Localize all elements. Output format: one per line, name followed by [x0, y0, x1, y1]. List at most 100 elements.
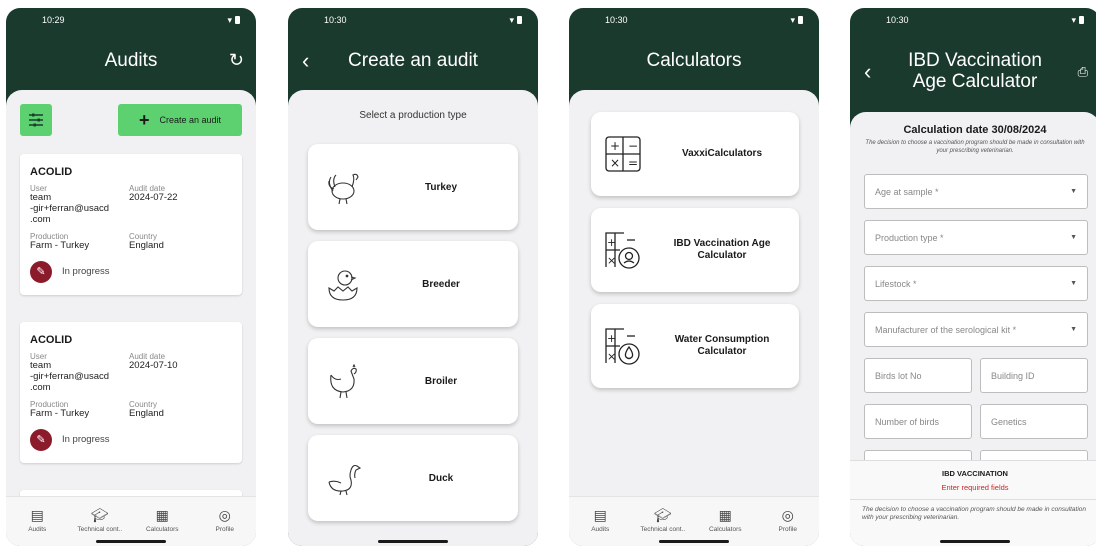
phone-ibd-calculator: 10:30 ▾ ‹ IBD Vaccination Age Calculator…: [850, 8, 1096, 546]
production-type-label: Broiler: [424, 375, 458, 387]
nav-audits[interactable]: ▤ Audits: [7, 507, 67, 533]
nav-calculators[interactable]: ▦ Calculators: [695, 507, 755, 533]
wifi-icon: ▾: [1071, 14, 1076, 25]
calculator-label: IBD Vaccination Age Calculator: [673, 237, 771, 262]
status-bar: 10:30 ▾: [569, 8, 819, 32]
pencil-icon: ✎: [30, 428, 52, 451]
profile-icon: ◎: [781, 507, 794, 523]
calculator-label: VaxxiCalculators: [681, 147, 763, 159]
profile-icon: ◎: [218, 507, 231, 523]
required-fields-warning: Enter required fields: [941, 483, 1009, 492]
svg-text:−: −: [628, 139, 638, 153]
create-audit-button[interactable]: + Create an audit: [118, 104, 242, 136]
birds-lot-input[interactable]: Birds lot No: [864, 358, 972, 393]
svg-text:+: +: [607, 236, 616, 249]
audit-date-value: 2024-07-22: [129, 192, 178, 203]
production-type-duck[interactable]: Duck: [308, 435, 518, 521]
filter-button[interactable]: [20, 104, 52, 136]
result-panel: IBD VACCINATION Enter required fields Th…: [850, 460, 1096, 546]
calculator-water-drop-icon: + ×: [605, 328, 640, 365]
production-type-turkey[interactable]: Turkey: [308, 144, 518, 230]
nav-technical[interactable]: 🎓︎ Technical cont..: [633, 507, 693, 533]
pencil-icon: ✎: [30, 260, 52, 283]
production-type-breeder[interactable]: Breeder: [308, 241, 518, 327]
nav-profile[interactable]: ◎ Profile: [195, 507, 255, 533]
page-title: Audits: [104, 49, 158, 71]
app-bar: Calculators: [569, 32, 819, 90]
calculation-date: Calculation date 30/08/2024: [903, 124, 1047, 136]
calculator-icon: ▦: [155, 507, 169, 523]
app-bar: ‹ Create an audit: [288, 32, 538, 90]
create-audit-label: Create an audit: [159, 115, 222, 125]
status-icons: ▾: [790, 15, 803, 26]
production-type-label: Breeder: [422, 278, 460, 290]
audits-toolbar: + Create an audit: [6, 90, 256, 136]
export-pdf-icon[interactable]: ⎙: [1078, 64, 1088, 79]
status-time: 10:30: [324, 15, 347, 25]
page-title: Calculators: [646, 49, 742, 71]
number-of-birds-input[interactable]: Number of birds: [864, 404, 972, 439]
back-arrow-icon[interactable]: ‹: [302, 48, 309, 73]
status-time: 10:30: [886, 15, 909, 25]
country-value: England: [129, 239, 164, 251]
audit-card[interactable]: ACOLID User team -gir+ferran@usacd .com …: [20, 154, 242, 295]
calculator-water-consumption[interactable]: + × Water Consumption Calculator: [591, 304, 799, 388]
nav-calculators[interactable]: ▦ Calculators: [132, 507, 192, 533]
ibd-calculator-content: Calculation date 30/08/2024 The decision…: [850, 112, 1096, 546]
status-bar: 10:30 ▾: [850, 8, 1096, 32]
document-icon: ▤: [30, 507, 44, 523]
calculator-vaxxi[interactable]: + − × = VaxxiCalculators: [591, 112, 799, 196]
nav-audits[interactable]: ▤ Audits: [570, 507, 630, 533]
status-time: 10:29: [42, 15, 65, 25]
battery-icon: [1079, 16, 1084, 24]
serological-kit-manufacturer-select[interactable]: Manufacturer of the serological kit * ▼: [864, 312, 1088, 347]
calculation-header: Calculation date 30/08/2024 The decision…: [850, 112, 1096, 156]
vet-disclaimer: The decision to choose a vaccination pro…: [865, 140, 1085, 154]
age-at-sample-select[interactable]: Age at sample * ▼: [864, 174, 1088, 209]
nav-technical[interactable]: 🎓︎ Technical cont..: [70, 507, 130, 533]
status-time: 10:30: [605, 15, 628, 25]
phone-calculators: 10:30 ▾ Calculators + − × = VaxxiCalcula…: [569, 8, 819, 546]
status-bar: 10:29 ▾: [6, 8, 256, 32]
production-type-label: Duck: [428, 472, 454, 484]
status-text: In progress: [62, 434, 110, 446]
building-id-input[interactable]: Building ID: [980, 358, 1088, 393]
audit-date-value: 2024-07-10: [129, 360, 178, 371]
audit-card[interactable]: ACOLID User team -gir+ferran@usacd .com …: [20, 322, 242, 463]
svg-text:+: +: [607, 332, 616, 345]
svg-text:=: =: [628, 156, 638, 170]
hen-icon: [330, 363, 357, 399]
status-badge: ✎ In progress: [30, 428, 232, 451]
dropdown-arrow-icon: ▼: [1070, 280, 1077, 287]
filter-sliders-icon: [29, 113, 43, 127]
svg-text:+: +: [610, 139, 620, 153]
turkey-icon: [328, 173, 359, 205]
user-value: team -gir+ferran@usacd .com: [30, 360, 110, 393]
calculator-ibd-vaccination-age[interactable]: + × IBD Vaccination Age Calculator: [591, 208, 799, 292]
graduation-cap-icon: 🎓︎: [653, 507, 672, 523]
production-type-prompt: Select a production type: [359, 110, 467, 121]
dropdown-arrow-icon: ▼: [1070, 234, 1077, 241]
genetics-input[interactable]: Genetics: [980, 404, 1088, 439]
nav-profile[interactable]: ◎ Profile: [758, 507, 818, 533]
home-indicator: [659, 540, 729, 543]
result-disclaimer: The decision to choose a vaccination pro…: [862, 506, 1087, 522]
production-type-broiler[interactable]: Broiler: [308, 338, 518, 424]
page-title: IBD Vaccination Age Calculator: [908, 50, 1042, 92]
lifestock-select[interactable]: Lifestock * ▼: [864, 266, 1088, 301]
status-icons: ▾: [1071, 15, 1084, 26]
create-audit-content: Select a production type Turkey Breeder …: [288, 90, 538, 546]
production-type-select[interactable]: Production type * ▼: [864, 220, 1088, 255]
home-indicator: [940, 540, 1010, 543]
dropdown-arrow-icon: ▼: [1070, 326, 1077, 333]
audit-name: ACOLID: [30, 166, 73, 178]
battery-icon: [517, 16, 522, 24]
dropdown-arrow-icon: ▼: [1070, 188, 1077, 195]
wifi-icon: ▾: [227, 14, 232, 25]
status-bar: 10:30 ▾: [288, 8, 538, 32]
refresh-icon[interactable]: ↻: [229, 50, 244, 71]
battery-icon: [235, 16, 240, 24]
result-title: IBD VACCINATION: [942, 469, 1008, 478]
calculators-content: + − × = VaxxiCalculators + × IBD Vaccina…: [569, 90, 819, 546]
back-arrow-icon[interactable]: ‹: [864, 59, 871, 84]
